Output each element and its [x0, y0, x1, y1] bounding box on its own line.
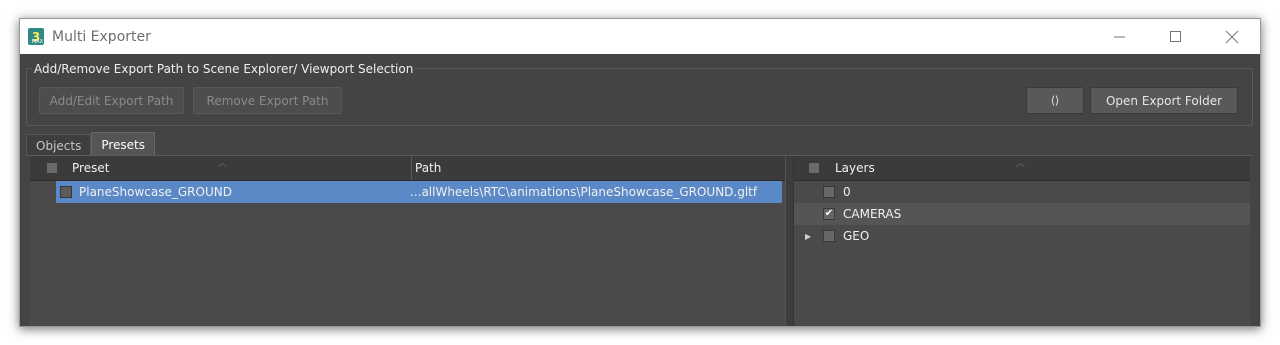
select-all-checkbox[interactable] [46, 162, 58, 174]
remove-export-path-button[interactable]: Remove Export Path [193, 87, 342, 114]
minimize-icon [1114, 36, 1125, 37]
close-icon [1225, 30, 1239, 43]
tab-presets[interactable]: Presets [91, 132, 156, 156]
presets-table: Preset ︿ Path PlaneShowcase_GROUND ...al… [30, 156, 785, 326]
expand-arrow-icon[interactable]: ▶ [805, 232, 811, 241]
layer-name: GEO [843, 229, 870, 243]
layer-row-geo[interactable]: ▶ GEO [794, 225, 1250, 247]
maximize-icon [1170, 30, 1181, 42]
column-path[interactable]: Path [415, 156, 441, 180]
presets-table-header: Preset ︿ Path [30, 156, 785, 181]
layer-name: 0 [843, 185, 851, 199]
column-layers[interactable]: Layers [835, 156, 875, 180]
layers-select-all-checkbox[interactable] [808, 162, 820, 174]
preset-name: PlaneShowcase_GROUND [79, 185, 232, 199]
panel-splitter[interactable] [785, 156, 794, 326]
tab-objects[interactable]: Objects [26, 134, 92, 156]
preset-row-checkbox[interactable] [60, 186, 72, 198]
layers-select-all[interactable] [808, 156, 820, 180]
maximize-button[interactable] [1148, 19, 1204, 54]
window-title: Multi Exporter [52, 28, 151, 45]
layer-row-cameras[interactable]: ✔ CAMERAS [794, 203, 1250, 225]
add-edit-export-path-button[interactable]: Add/Edit Export Path [39, 87, 184, 114]
layer-checkbox[interactable] [823, 186, 835, 198]
refresh-button[interactable]: ⟨⟩ [1026, 87, 1084, 114]
close-button[interactable] [1204, 19, 1260, 54]
column-preset[interactable]: Preset [72, 156, 109, 180]
title-bar: 3 MAX Multi Exporter [20, 19, 1260, 54]
layer-checkbox[interactable] [823, 230, 835, 242]
layers-table-header: Layers ︿ [794, 156, 1250, 181]
column-separator [411, 156, 412, 180]
preset-path: ...allWheels\RTC\animations\PlaneShowcas… [410, 185, 758, 199]
layer-checkbox[interactable]: ✔ [823, 208, 835, 220]
open-export-folder-button[interactable]: Open Export Folder [1090, 87, 1238, 114]
layers-sort-indicator-icon: ︿ [1016, 159, 1026, 169]
layer-row-0[interactable]: 0 [794, 181, 1250, 203]
layers-table: Layers ︿ 0 ✔ CAMERAS ▶ GEO [794, 156, 1250, 326]
minimize-button[interactable] [1092, 19, 1148, 54]
app-3dsmax-icon: 3 MAX [28, 28, 44, 45]
refresh-icon: ⟨⟩ [1050, 94, 1060, 107]
sort-indicator-icon: ︿ [218, 159, 228, 169]
layer-name: CAMERAS [843, 207, 902, 221]
header-select-all[interactable] [46, 156, 58, 180]
preset-row[interactable]: PlaneShowcase_GROUND ...allWheels\RTC\an… [56, 181, 782, 203]
multi-exporter-window: 3 MAX Multi Exporter Add/Remove Export Pa… [19, 18, 1261, 327]
export-path-group-label: Add/Remove Export Path to Scene Explorer… [32, 62, 416, 76]
tab-bar: Objects Presets [26, 132, 156, 156]
